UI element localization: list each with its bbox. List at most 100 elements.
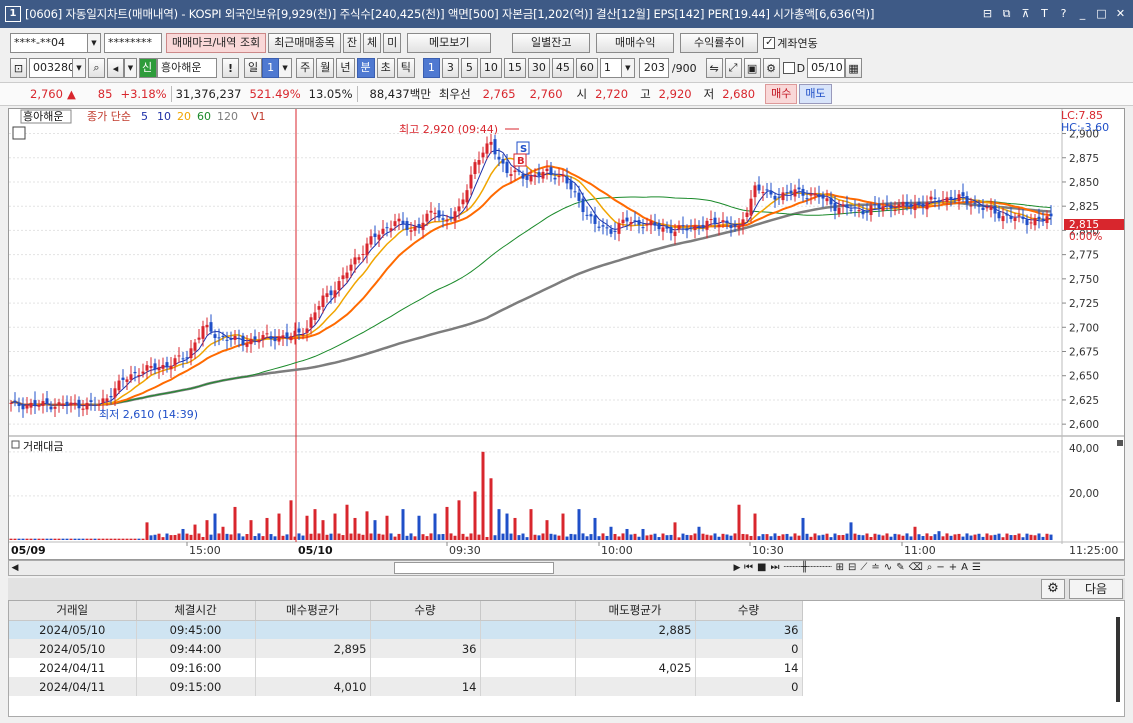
maximize-button[interactable]: □ bbox=[1093, 5, 1110, 23]
account-dropdown[interactable]: ▼ bbox=[88, 32, 101, 53]
col-sell-qty[interactable]: 수량 bbox=[695, 601, 803, 621]
grid-toggle-icon[interactable] bbox=[12, 126, 26, 140]
tool-copy-icon[interactable]: ⊟ bbox=[848, 561, 856, 575]
sell-button[interactable]: 매도 bbox=[799, 84, 832, 104]
period-tick-tab[interactable]: 틱 bbox=[396, 58, 415, 78]
zoom-in-icon[interactable]: + bbox=[949, 561, 957, 575]
buy-button[interactable]: 매수 bbox=[765, 84, 798, 104]
trade-mark-button[interactable]: 매매마크/내역 조회 bbox=[166, 32, 267, 53]
unfilled-tab[interactable]: 미 bbox=[383, 32, 402, 53]
next-page-icon[interactable]: ⏭ bbox=[770, 561, 779, 575]
table-row[interactable]: 2024/05/10 09:45:00 2,885 36 bbox=[9, 620, 803, 639]
tool-pen-icon[interactable]: ✎ bbox=[896, 561, 904, 575]
daily-balance-button[interactable]: 일별잔고 bbox=[512, 32, 591, 53]
pin-icon[interactable]: ⊼ bbox=[1017, 5, 1034, 23]
candle-body bbox=[633, 220, 637, 222]
zoom-slider[interactable]: ┈┈┈╫┈┈┈┈ bbox=[783, 561, 831, 575]
text-tool-icon[interactable]: A bbox=[961, 561, 968, 575]
tool-trend-icon[interactable]: ⟋ bbox=[860, 561, 867, 575]
executed-tab[interactable]: 체 bbox=[363, 32, 382, 53]
scroll-right-icon[interactable]: ▶ bbox=[731, 561, 743, 575]
recent-trades-button[interactable]: 최근매매종목 bbox=[268, 32, 341, 53]
save-icon[interactable]: ▣ bbox=[743, 58, 761, 78]
period-day-count[interactable]: 1 bbox=[262, 58, 280, 78]
calendar-icon[interactable]: ▦ bbox=[845, 58, 863, 78]
interval-10[interactable]: 10 bbox=[479, 58, 502, 78]
period-minute-tab[interactable]: 분 bbox=[356, 58, 375, 78]
cell-time: 09:45:00 bbox=[136, 620, 256, 639]
interval-count-input[interactable]: 1 bbox=[599, 58, 622, 78]
period-day-dropdown[interactable]: ▼ bbox=[279, 58, 293, 78]
speaker-icon[interactable]: ◂ bbox=[107, 58, 124, 78]
col-trade-date[interactable]: 거래일 bbox=[9, 601, 137, 621]
split-icon[interactable]: ⊟ bbox=[979, 5, 996, 23]
col-blank[interactable] bbox=[480, 601, 576, 621]
volume-bar bbox=[773, 533, 777, 540]
period-week-tab[interactable]: 주 bbox=[296, 58, 315, 78]
table-row[interactable]: 2024/04/11 09:15:00 4,010 14 0 bbox=[9, 677, 803, 696]
chart-area[interactable]: 2,900 2,875 2,850 2,825 2,800 2,775 2,750 2,725… bbox=[8, 108, 1125, 560]
scroll-thumb[interactable] bbox=[394, 562, 554, 574]
date-checkbox[interactable]: D bbox=[782, 62, 805, 75]
scroll-left-icon[interactable]: ◀ bbox=[9, 561, 21, 575]
tool-eraser-icon[interactable]: ⌫ bbox=[909, 561, 923, 575]
interval-30[interactable]: 30 bbox=[527, 58, 550, 78]
interval-15[interactable]: 15 bbox=[503, 58, 526, 78]
date-input[interactable]: 05/10 bbox=[807, 58, 846, 78]
bar-count-input[interactable]: 203 bbox=[638, 58, 669, 78]
indicator-icon[interactable]: ⇋ bbox=[705, 58, 723, 78]
table-row[interactable]: 2024/05/10 09:44:00 2,895 36 0 bbox=[9, 639, 803, 658]
layout-icon[interactable]: ⊡ bbox=[10, 58, 27, 78]
menu-icon[interactable]: ☰ bbox=[972, 561, 981, 575]
tool-wave-icon[interactable]: ∿ bbox=[884, 561, 892, 575]
copy-window-icon[interactable]: ⧉ bbox=[998, 5, 1015, 23]
table-vertical-scrollbar[interactable] bbox=[1116, 617, 1120, 702]
search-icon[interactable]: ⌕ bbox=[88, 58, 105, 78]
gear-icon[interactable]: ⚙ bbox=[762, 58, 780, 78]
next-button[interactable]: 다음 bbox=[1069, 579, 1123, 599]
draw-tool-icon[interactable]: ⤢ bbox=[724, 58, 742, 78]
interval-60[interactable]: 60 bbox=[575, 58, 598, 78]
stock-code-dropdown[interactable]: ▼ bbox=[73, 58, 86, 78]
col-buy-avg[interactable]: 매수평균가 bbox=[255, 601, 371, 621]
price-chart[interactable]: 2,9002,8752,8502,8252,8002,7752,7502,725… bbox=[9, 109, 1124, 559]
stock-code-input[interactable]: 003280 bbox=[29, 58, 73, 78]
tool-box-icon[interactable]: ⊞ bbox=[836, 561, 844, 575]
period-month-tab[interactable]: 월 bbox=[316, 58, 335, 78]
interval-5[interactable]: 5 bbox=[460, 58, 478, 78]
help-icon[interactable]: ? bbox=[1055, 5, 1072, 23]
balance-tab[interactable]: 잔 bbox=[342, 32, 362, 53]
minimize-button[interactable]: _ bbox=[1074, 5, 1091, 23]
interval-count-dropdown[interactable]: ▼ bbox=[621, 58, 635, 78]
period-year-tab[interactable]: 년 bbox=[336, 58, 355, 78]
magnifier-icon[interactable]: ⌕ bbox=[927, 561, 933, 575]
col-buy-qty[interactable]: 수량 bbox=[370, 601, 481, 621]
chart-scrollbar[interactable]: ◀ ▶ ⏮ ■ ⏭ ┈┈┈╫┈┈┈┈ ⊞ ⊟ ⟋ ≐ ∿ ✎ ⌫ ⌕ − + A… bbox=[8, 560, 1125, 576]
panel-close-icon[interactable] bbox=[1117, 440, 1123, 446]
warning-icon[interactable]: ! bbox=[222, 58, 239, 78]
period-second-tab[interactable]: 초 bbox=[376, 58, 395, 78]
first-page-icon[interactable]: ⏮ bbox=[744, 561, 753, 575]
account-input[interactable]: ****-**04 bbox=[10, 32, 88, 53]
speaker-dropdown[interactable]: ▼ bbox=[124, 58, 137, 78]
table-row[interactable]: 2024/04/11 09:16:00 4,025 14 bbox=[9, 658, 803, 677]
candle-body bbox=[257, 340, 261, 343]
account-link-checkbox[interactable]: ✓ 계좌연동 bbox=[763, 35, 818, 51]
interval-3[interactable]: 3 bbox=[441, 58, 459, 78]
period-day-tab[interactable]: 일 bbox=[244, 58, 263, 78]
interval-1[interactable]: 1 bbox=[422, 58, 440, 78]
zoom-out-icon[interactable]: − bbox=[936, 561, 944, 575]
col-exec-time[interactable]: 체결시간 bbox=[136, 601, 256, 621]
font-icon[interactable]: T bbox=[1036, 5, 1053, 23]
volume-bar bbox=[789, 536, 793, 540]
table-gear-icon[interactable]: ⚙ bbox=[1041, 579, 1065, 599]
memo-button[interactable]: 메모보기 bbox=[407, 32, 492, 53]
close-button[interactable]: ✕ bbox=[1112, 5, 1129, 23]
tool-line-icon[interactable]: ≐ bbox=[871, 561, 879, 575]
stop-icon[interactable]: ■ bbox=[757, 561, 766, 575]
profit-trend-button[interactable]: 수익률추이 bbox=[680, 32, 759, 53]
col-sell-avg[interactable]: 매도평균가 bbox=[575, 601, 696, 621]
password-input[interactable]: ******** bbox=[104, 32, 162, 53]
interval-45[interactable]: 45 bbox=[551, 58, 574, 78]
trade-profit-button[interactable]: 매매수익 bbox=[596, 32, 675, 53]
